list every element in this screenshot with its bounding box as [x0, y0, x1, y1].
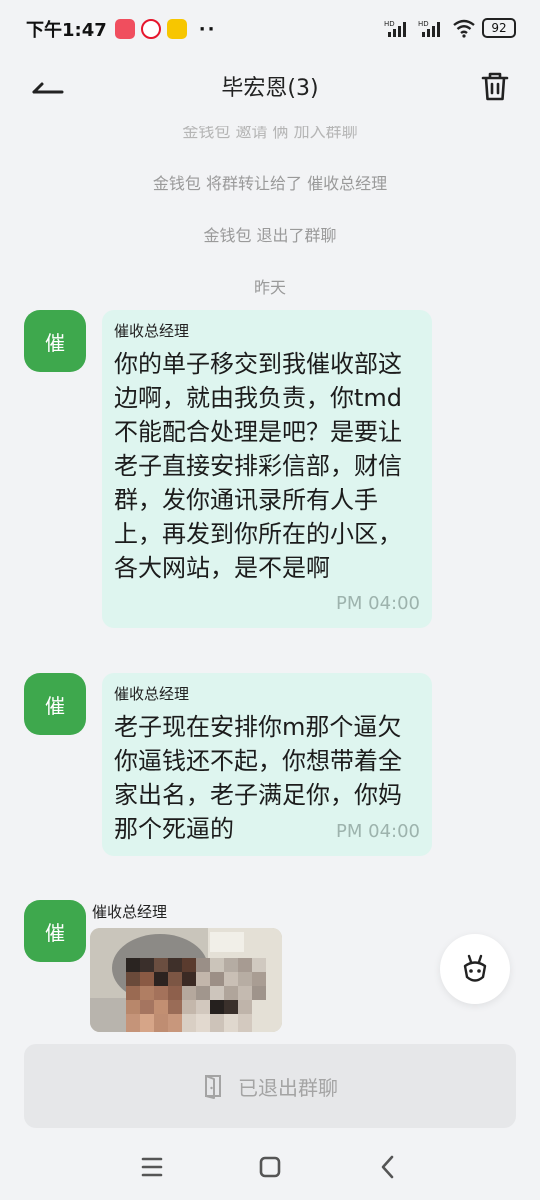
exited-group-label: 已退出群聊 — [238, 1075, 338, 1100]
system-message-transfer: 金钱包 将群转让给了 催收总经理 — [152, 174, 388, 193]
assistant-bot-icon — [463, 954, 487, 982]
system-message-invite: 金钱包 邀请 俩 加入群聊 — [182, 122, 358, 141]
avatar[interactable]: 催 — [24, 310, 86, 372]
weibo-icon — [140, 19, 161, 39]
exited-group-bar: 已退出群聊 — [24, 1044, 516, 1128]
avatar[interactable]: 催 — [24, 673, 86, 735]
more-notifications-indicator: ·· — [198, 18, 217, 40]
signal-icon-2: HD — [418, 20, 440, 37]
battery-indicator: 92 — [482, 18, 516, 38]
trash-icon — [481, 72, 509, 101]
message-time: PM 04:00 — [336, 593, 420, 614]
back-arrow-icon — [32, 82, 64, 94]
date-divider: 昨天 — [253, 278, 286, 297]
menu-icon — [141, 1157, 163, 1177]
system-message-left: 金钱包 退出了群聊 — [203, 226, 337, 245]
chat-header: 毕宏恩(3) — [0, 58, 540, 114]
delete-button[interactable] — [478, 70, 512, 104]
status-right: HD HD 92 — [384, 18, 516, 38]
news-app-icon — [166, 19, 187, 39]
home-square-icon — [259, 1156, 281, 1178]
pixelated-photo — [90, 928, 282, 1032]
door-exit-icon — [205, 1075, 221, 1099]
svg-text:HD: HD — [418, 20, 429, 28]
chat-message-list[interactable]: 金钱包 邀请 俩 加入群聊 金钱包 将群转让给了 催收总经理 金钱包 退出了群聊… — [0, 114, 540, 1034]
floating-assistant-button[interactable] — [440, 934, 510, 1004]
message-bubble[interactable]: 催收总经理 你的单子移交到我催收部这边啊，就由我负责，你tmd不能配合处理是吧？… — [102, 310, 432, 628]
chevron-left-icon — [381, 1155, 394, 1179]
sender-name: 催收总经理 — [114, 322, 190, 340]
nav-menu-button[interactable] — [132, 1152, 172, 1182]
bottom-area: 已退出群聊 — [0, 1034, 540, 1200]
sender-name: 催收总经理 — [114, 685, 190, 703]
svg-text:HD: HD — [384, 20, 395, 28]
status-time: 下午1:47 — [26, 20, 107, 41]
status-bar: 下午1:47 ·· HD HD 92 — [0, 0, 540, 58]
nav-back-button[interactable] — [368, 1152, 408, 1182]
back-button[interactable] — [28, 72, 68, 102]
message-bubble[interactable]: 催收总经理 老子现在安排你m那个逼欠你逼钱还不起，你想带着全家出名，老子满足你，… — [102, 673, 432, 856]
sender-name: 催收总经理 — [92, 903, 168, 921]
message-text: 你的单子移交到我催收部这边啊，就由我负责，你tmd不能配合处理是吧？是要让老子直… — [114, 350, 403, 582]
signal-icon: HD — [384, 20, 406, 37]
chat-title: 毕宏恩(3) — [221, 76, 319, 101]
avatar[interactable]: 催 — [24, 900, 86, 962]
nav-home-button[interactable] — [250, 1152, 290, 1182]
message-time: PM 04:00 — [336, 821, 420, 842]
app-notification-icon — [114, 19, 135, 39]
wifi-icon — [453, 19, 475, 38]
image-message[interactable] — [90, 928, 282, 1032]
